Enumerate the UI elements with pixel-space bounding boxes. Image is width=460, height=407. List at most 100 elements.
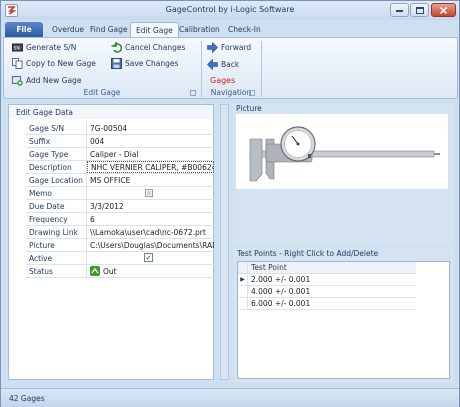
test-point-row[interactable]: ▶ 2.000 +/- 0.001 [238,274,416,286]
row-selector-icon: ▶ [238,274,248,285]
field-row-due-date: Due Date 3/3/2012 [26,200,214,213]
close-button[interactable] [431,3,456,17]
save-icon [111,58,122,69]
gage-type-field[interactable]: Caliper - Dial [87,148,214,160]
field-row-gage-location: Gage Location MS OFFICE [26,174,214,187]
tab-overdue[interactable]: Overdue [47,22,89,37]
add-gage-icon [12,76,23,86]
copy-to-new-gage-label: Copy to New Gage [26,59,96,68]
edit-gage-panel-title: Edit Gage Data [9,105,213,119]
field-row-active: Active ✓ [26,252,214,265]
title-bar: GageControl by i-Logic Software [1,1,459,20]
app-window: GageControl by i-Logic Software File Ove… [0,0,460,407]
maximize-button[interactable] [410,3,429,17]
close-icon [440,6,447,14]
maximize-icon [415,6,424,14]
back-arrow-icon [207,59,218,70]
generate-sn-label: Generate S/N [26,43,77,52]
test-point-value[interactable]: 6.000 +/- 0.001 [248,299,310,308]
save-changes-button[interactable]: Save Changes [111,58,178,69]
svg-text:SN: SN [14,46,20,52]
tab-file[interactable]: File [5,22,43,37]
edit-gage-panel: Edit Gage Data Gage S/N 7G-00504 Suffix … [8,104,214,380]
generate-sn-button[interactable]: SN Generate S/N [12,42,76,53]
back-label: Back [221,60,240,69]
test-point-value[interactable]: 2.000 +/- 0.001 [248,275,310,284]
picture-path-field[interactable]: C:\Users\Douglas\Documents\RAD St [87,239,214,251]
field-label: Frequency [26,213,87,225]
due-date-field[interactable]: 3/3/2012 [87,200,214,212]
minimize-icon [396,9,403,12]
forward-arrow-icon [207,42,218,53]
forward-label: Forward [221,43,252,52]
test-point-row[interactable]: 4.000 +/- 0.001 [238,286,416,298]
field-row-memo: Memo [26,187,214,200]
test-point-row[interactable]: 6.000 +/- 0.001 [238,298,416,310]
gage-sn-field[interactable]: 7G-00504 [87,122,214,134]
gage-location-field[interactable]: MS OFFICE [87,174,214,186]
undo-icon [111,42,122,53]
test-points-header-row: Test Point [238,262,416,274]
test-points-grid[interactable]: Test Point ▶ 2.000 +/- 0.001 4.000 +/- 0… [237,261,450,379]
field-row-suffix: Suffix 004 [26,135,214,148]
serial-number-icon: SN [12,43,23,52]
test-point-column-header[interactable]: Test Point [248,263,287,272]
field-label: Due Date [26,200,87,212]
field-label: Memo [26,187,87,199]
tab-edit-gage[interactable]: Edit Gage [130,22,179,37]
ribbon-tabs: File Overdue Find Gage Edit Gage Calibra… [1,20,459,37]
status-bar: 42 Gages [1,388,459,407]
field-label: Drawing Link [26,226,87,238]
back-button[interactable]: Back [207,59,239,70]
field-label: Description [26,161,87,173]
row-selector-header [238,262,248,273]
field-row-gage-sn: Gage S/N 7G-00504 [26,122,214,135]
tab-calibration[interactable]: Calibration [174,22,225,37]
minimize-button[interactable] [390,3,409,17]
field-label: Gage Location [26,174,87,186]
field-row-gage-type: Gage Type Caliper - Dial [26,148,214,161]
caliper-image [249,126,440,182]
add-new-gage-label: Add New Gage [26,76,82,85]
gage-count-status: 42 Gages [9,393,45,403]
active-checkbox[interactable]: ✓ [144,253,153,262]
frequency-field[interactable]: 6 [87,213,214,225]
status-field[interactable]: Out [87,265,214,277]
forward-button[interactable]: Forward [207,42,251,53]
field-row-frequency: Frequency 6 [26,213,214,226]
picture-panel-title: Picture [236,104,262,113]
cancel-changes-button[interactable]: Cancel Changes [111,42,185,53]
field-label: Gage S/N [26,122,87,134]
panel-splitter[interactable] [220,104,229,380]
field-label: Status [26,265,87,277]
memo-field[interactable] [87,187,214,199]
field-label: Active [26,252,87,264]
field-row-picture: Picture C:\Users\Douglas\Documents\RAD S… [26,239,214,252]
save-changes-label: Save Changes [125,59,179,68]
suffix-field[interactable]: 004 [87,135,214,147]
drawing-link-field[interactable]: \\Lamoka\user\cad\nc-0672.prt [87,226,214,238]
picture-panel: Picture [233,104,454,245]
row-selector [238,286,248,297]
add-new-gage-button[interactable]: Add New Gage [12,75,81,86]
ribbon-panel: SN Generate S/N Copy to New Gage Add New… [3,37,458,99]
field-label: Gage Type [26,148,87,160]
copy-icon [12,58,23,69]
edit-gage-group-launcher[interactable] [190,90,196,96]
gage-picture [236,114,448,189]
copy-to-new-gage-button[interactable]: Copy to New Gage [12,58,96,69]
test-points-panel: Test Points - Right Click to Add/Delete … [233,247,454,383]
ribbon-separator [261,41,262,97]
edit-gage-group-label: Edit Gage [83,88,121,97]
check-out-icon [90,266,100,276]
navigation-group-launcher[interactable] [249,90,255,96]
cancel-changes-label: Cancel Changes [125,43,186,52]
test-point-value[interactable]: 4.000 +/- 0.001 [248,287,310,296]
status-value: Out [103,266,117,276]
description-field[interactable]: NHC VERNIER CALIPER, #B00624 [87,161,214,173]
field-row-drawing-link: Drawing Link \\Lamoka\user\cad\nc-0672.p… [26,226,214,239]
tab-check-in[interactable]: Check-In [223,22,266,37]
field-label: Picture [26,239,87,251]
memo-edit-icon[interactable] [145,189,153,197]
tab-find-gage[interactable]: Find Gage [85,22,133,37]
